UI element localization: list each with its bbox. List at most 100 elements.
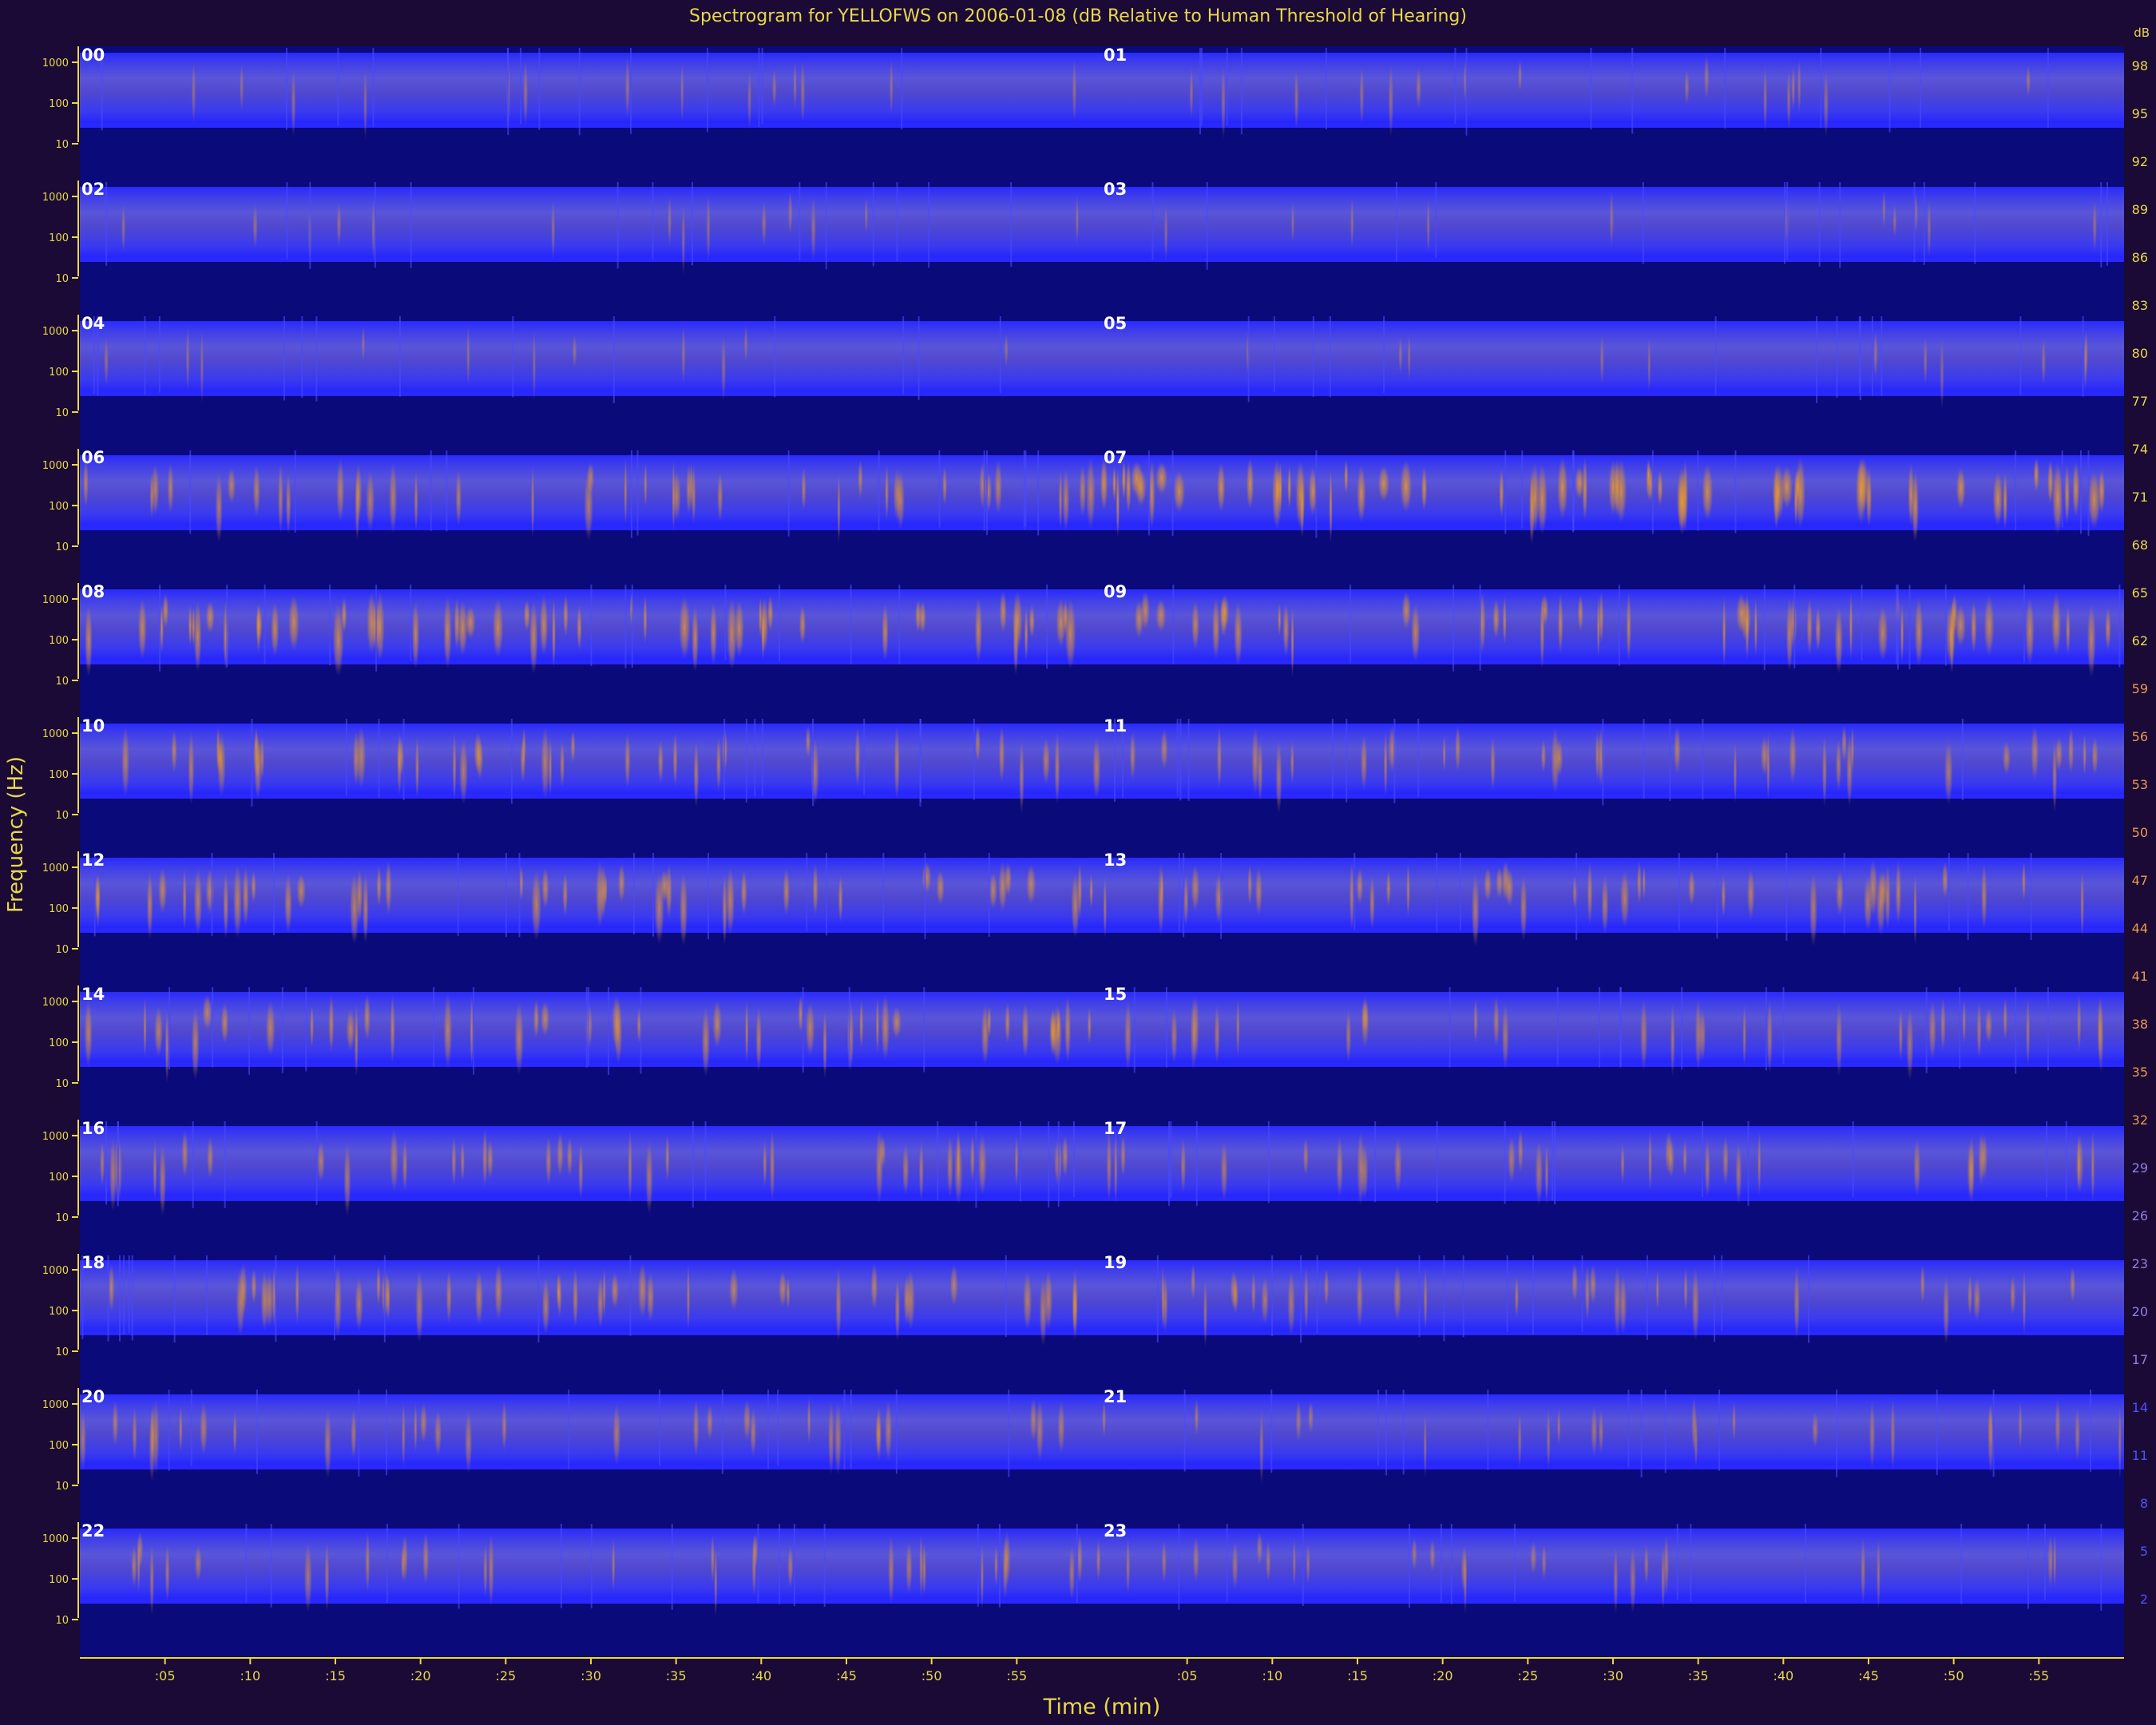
noise-streak [107, 1255, 109, 1342]
sound-event [1647, 336, 1651, 394]
sound-event [1261, 1275, 1270, 1325]
sound-event [1054, 730, 1060, 805]
sound-event [1246, 457, 1254, 510]
sound-event [443, 993, 453, 1069]
noise-streak [1896, 585, 1898, 664]
panel-y-tick-label: 1000 [42, 460, 69, 472]
sound-event [563, 594, 569, 637]
sound-event [1956, 467, 1966, 510]
noise-streak [1681, 987, 1683, 1070]
panel-label-17: 17 [1104, 1119, 1127, 1138]
noise-streak [612, 316, 615, 404]
sound-event [805, 725, 811, 758]
sound-event [799, 605, 807, 645]
sound-event [1220, 1140, 1228, 1202]
sound-event [1079, 464, 1087, 518]
sound-event [1299, 472, 1305, 538]
sound-event [800, 59, 806, 125]
sound-event [1042, 737, 1051, 785]
noise-streak [973, 719, 975, 800]
y-axis-label: Frequency (Hz) [4, 755, 28, 914]
noise-streak [1724, 48, 1726, 129]
noise-streak [1992, 1390, 1995, 1477]
sound-event [1064, 994, 1072, 1064]
sound-event [876, 1405, 882, 1462]
sound-event [1173, 470, 1186, 513]
noise-streak [1187, 719, 1190, 801]
sound-event [316, 1140, 326, 1183]
sound-event [520, 736, 526, 783]
noise-streak [1147, 450, 1150, 536]
sound-event [577, 605, 582, 651]
sound-event [366, 470, 375, 532]
sound-event [1742, 1003, 1746, 1068]
noise-streak [1836, 1390, 1838, 1477]
noise-streak [826, 853, 828, 936]
noise-streak [560, 1524, 562, 1608]
noise-streak [1521, 450, 1524, 529]
colorbar-tick-label: 47 [2132, 873, 2148, 888]
noise-streak [779, 1524, 781, 1604]
sound-event [1160, 867, 1164, 910]
noise-streak [1504, 1121, 1506, 1204]
sound-event [1626, 591, 1631, 662]
colorbar-tick-label: 83 [2132, 298, 2148, 313]
sound-event [240, 62, 244, 111]
sound-event [1865, 466, 1873, 528]
colorbar-tick-label: 20 [2132, 1304, 2148, 1319]
noise-streak [843, 1390, 846, 1470]
panel-y-tick-label: 10 [55, 1481, 69, 1493]
sound-event [1786, 69, 1791, 130]
colorbar-tick-label: 29 [2132, 1160, 2148, 1176]
noise-streak [636, 450, 639, 536]
sound-event [835, 1267, 842, 1342]
colorbar-tick-label: 59 [2132, 681, 2148, 696]
noise-streak [1602, 719, 1604, 806]
noise-streak [1843, 853, 1845, 934]
sound-event [1426, 197, 1430, 256]
sound-event [1906, 1006, 1914, 1081]
noise-streak [632, 853, 635, 935]
band-edge [80, 525, 2124, 530]
sound-event [1702, 463, 1714, 521]
panel-y-tick-label: 100 [49, 1172, 69, 1184]
colorbar-tick-label: 56 [2132, 729, 2148, 744]
sound-event [884, 1400, 893, 1461]
sound-event [1455, 725, 1461, 772]
panel-label-23: 23 [1104, 1521, 1127, 1541]
noise-streak [998, 1524, 1001, 1608]
sound-event [545, 1136, 552, 1187]
noise-streak [1504, 450, 1507, 534]
noise-streak [1010, 182, 1013, 268]
sound-event [277, 462, 283, 534]
noise-streak [402, 719, 405, 800]
sound-event [1556, 1407, 1561, 1445]
noise-streak [977, 1524, 979, 1607]
panel-label-06: 06 [81, 448, 105, 467]
panel-label-05: 05 [1104, 314, 1127, 333]
noise-streak [309, 182, 311, 269]
noise-streak [1443, 1255, 1445, 1342]
noise-streak [1948, 853, 1950, 931]
noise-streak [2046, 1121, 2048, 1198]
sound-event [2077, 1134, 2081, 1192]
sound-event [1688, 869, 1696, 906]
sound-event [167, 462, 174, 514]
sound-event [1528, 469, 1535, 545]
sound-event [624, 457, 628, 526]
sound-event [646, 1272, 655, 1322]
sound-event [1940, 338, 1944, 410]
noise-streak [375, 585, 378, 672]
sound-event [1125, 1537, 1131, 1596]
sound-event [761, 605, 766, 661]
sound-event [612, 1537, 616, 1592]
sound-event [1124, 1000, 1132, 1071]
sound-event [793, 61, 797, 110]
sound-event [541, 726, 550, 800]
sound-event [482, 1128, 488, 1188]
noise-streak [1575, 853, 1578, 941]
sound-event [1290, 605, 1294, 678]
sound-event [1754, 597, 1758, 657]
noise-streak [211, 853, 213, 936]
noise-streak [590, 585, 593, 666]
